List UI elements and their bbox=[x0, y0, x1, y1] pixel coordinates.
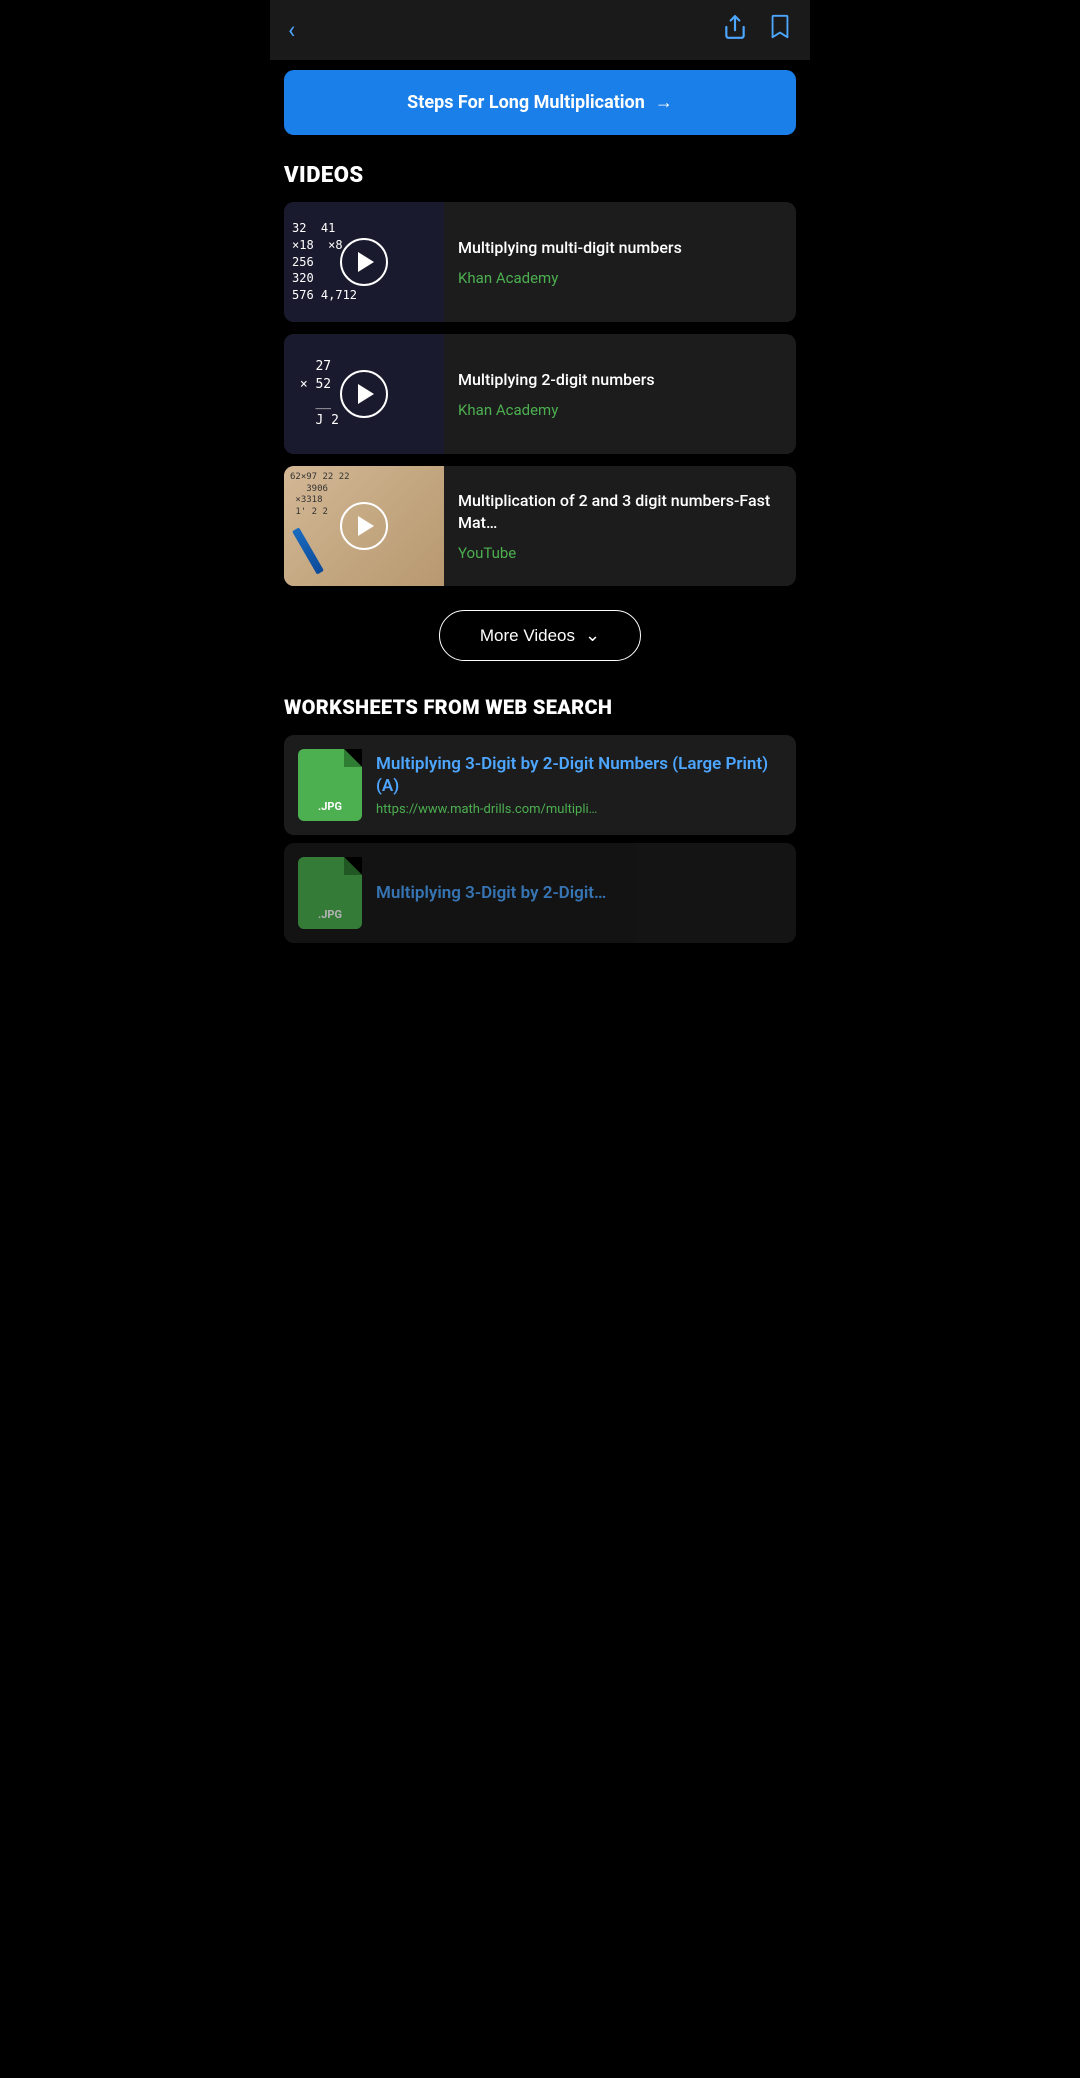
file-icon-1: .JPG bbox=[298, 749, 362, 821]
video-thumbnail-1: 32 41 ×18 ×8 256 320 576 4,712 bbox=[284, 202, 444, 322]
more-videos-button[interactable]: More Videos ⌄ bbox=[439, 610, 641, 661]
video-title-2: Multiplying 2-digit numbers bbox=[458, 369, 782, 391]
back-button[interactable]: ‹ bbox=[288, 16, 295, 44]
video-info-1: Multiplying multi-digit numbers Khan Aca… bbox=[444, 202, 796, 322]
worksheet-info-2: Multiplying 3-Digit by 2-Digit… bbox=[376, 882, 782, 904]
video-info-2: Multiplying 2-digit numbers Khan Academy bbox=[444, 334, 796, 454]
more-videos-container: More Videos ⌄ bbox=[270, 586, 810, 685]
video-thumbnail-3: 62×97 22 22 3906 ×3318 1' 2 2 bbox=[284, 466, 444, 586]
worksheet-info-1: Multiplying 3-Digit by 2-Digit Numbers (… bbox=[376, 753, 782, 817]
worksheets-section-title: WORKSHEETS FROM WEB SEARCH bbox=[270, 685, 810, 735]
play-button-1[interactable] bbox=[340, 238, 388, 286]
video-source-2: Khan Academy bbox=[458, 401, 782, 419]
video-item-3[interactable]: 62×97 22 22 3906 ×3318 1' 2 2 Multiplica… bbox=[284, 466, 796, 586]
worksheet-url-1: https://www.math-drills.com/multipli… bbox=[376, 802, 782, 817]
header: ‹ bbox=[270, 0, 810, 60]
play-button-3[interactable] bbox=[340, 502, 388, 550]
worksheet-item-1[interactable]: .JPG Multiplying 3-Digit by 2-Digit Numb… bbox=[284, 735, 796, 835]
header-actions bbox=[722, 14, 792, 46]
video-title-1: Multiplying multi-digit numbers bbox=[458, 237, 782, 259]
more-videos-label: More Videos bbox=[480, 626, 575, 646]
video-info-3: Multiplication of 2 and 3 digit numbers-… bbox=[444, 466, 796, 586]
worksheet-title-1: Multiplying 3-Digit by 2-Digit Numbers (… bbox=[376, 753, 782, 797]
cta-button[interactable]: Steps For Long Multiplication → bbox=[284, 70, 796, 135]
cta-arrow: → bbox=[655, 92, 673, 113]
worksheet-list: .JPG Multiplying 3-Digit by 2-Digit Numb… bbox=[270, 735, 810, 943]
videos-section-title: VIDEOS bbox=[270, 135, 810, 202]
chevron-down-icon: ⌄ bbox=[585, 625, 600, 646]
worksheets-section: WORKSHEETS FROM WEB SEARCH .JPG Multiply… bbox=[270, 685, 810, 953]
video-list: 32 41 ×18 ×8 256 320 576 4,712 Multiplyi… bbox=[270, 202, 810, 586]
worksheet-title-2: Multiplying 3-Digit by 2-Digit… bbox=[376, 882, 782, 904]
file-type-1: .JPG bbox=[318, 800, 342, 813]
video-thumbnail-2: 27 × 52 __ J 2 bbox=[284, 334, 444, 454]
worksheet-item-2[interactable]: .JPG Multiplying 3-Digit by 2-Digit… bbox=[284, 843, 796, 943]
file-icon-2: .JPG bbox=[298, 857, 362, 929]
video-item-2[interactable]: 27 × 52 __ J 2 Multiplying 2-digit numbe… bbox=[284, 334, 796, 454]
video-source-1: Khan Academy bbox=[458, 269, 782, 287]
play-button-2[interactable] bbox=[340, 370, 388, 418]
cta-label: Steps For Long Multiplication bbox=[407, 92, 645, 113]
video-source-3: YouTube bbox=[458, 544, 782, 562]
file-type-2: .JPG bbox=[318, 908, 342, 921]
video-title-3: Multiplication of 2 and 3 digit numbers-… bbox=[458, 490, 782, 535]
video-item-1[interactable]: 32 41 ×18 ×8 256 320 576 4,712 Multiplyi… bbox=[284, 202, 796, 322]
bookmark-icon[interactable] bbox=[768, 14, 792, 46]
share-icon[interactable] bbox=[722, 14, 748, 46]
